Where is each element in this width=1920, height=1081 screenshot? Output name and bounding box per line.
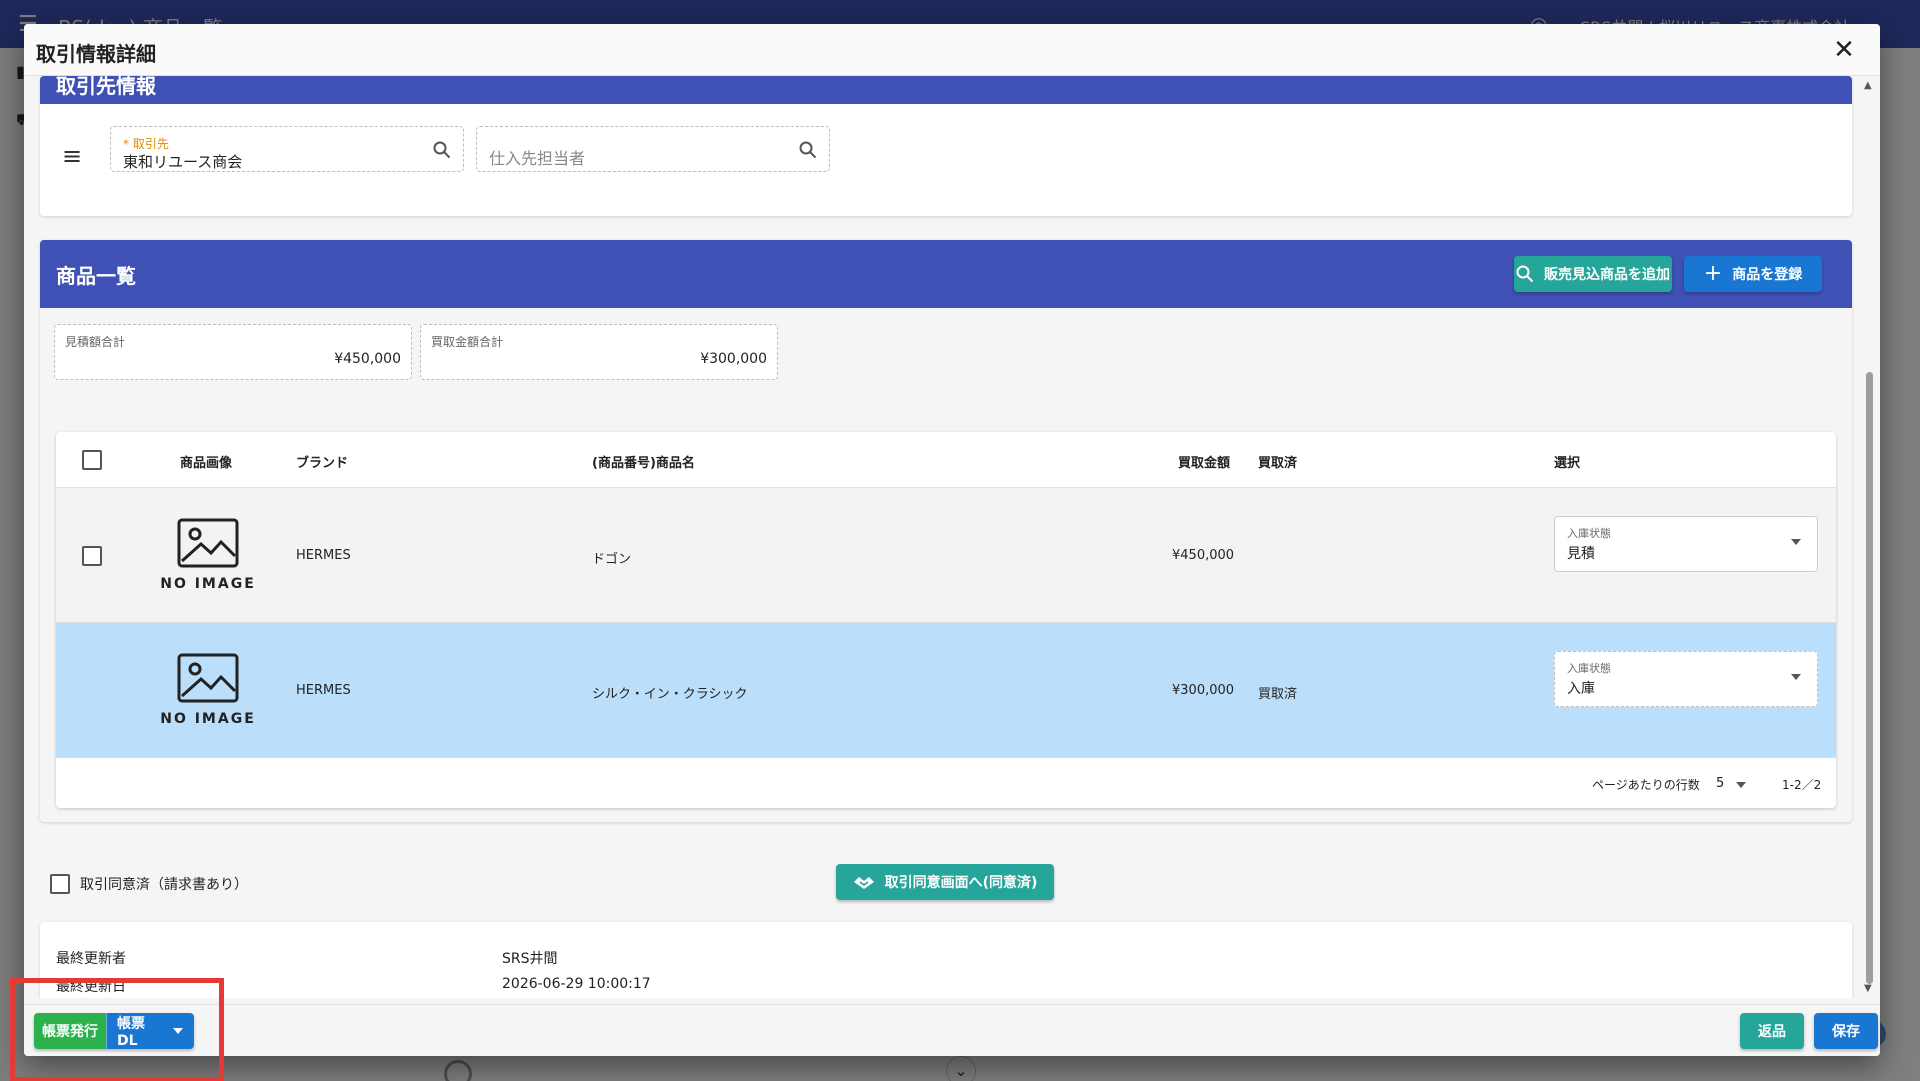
add-forecast-product-button[interactable]: 販売見込商品を追加 <box>1514 256 1672 292</box>
scroll-down-icon[interactable]: ▼ <box>1864 983 1872 994</box>
stock-status-select[interactable]: 入庫状態 入庫 <box>1554 651 1818 707</box>
select-all-checkbox[interactable] <box>82 450 102 470</box>
agreement-label: 取引同意済（請求書あり） <box>80 877 248 893</box>
purchase-total-field: 買取金額合計 ¥300,000 <box>420 324 778 380</box>
partner-field-value: 東和リユース商会 <box>123 153 243 171</box>
last-update-card: 最終更新者 SRS井間 最終更新日 2026-06-29 10:00:17 <box>40 922 1852 998</box>
header-name[interactable]: (商品番号)商品名 <box>592 452 695 471</box>
download-report-button[interactable]: 帳票DL <box>106 1013 162 1049</box>
row-amount: ¥450,000 <box>1172 548 1235 563</box>
header-select: 選択 <box>1554 456 1581 471</box>
image-icon <box>177 653 239 703</box>
table-pagination: ページあたりの行数 5 1-2／2 <box>56 758 1836 808</box>
no-image-text: NO IMAGE <box>160 576 256 592</box>
row-name: シルク・イン・クラシック <box>592 687 748 702</box>
hamburger-icon[interactable]: ≡ <box>62 142 82 170</box>
contact-field[interactable]: 仕入先担当者 <box>476 126 830 172</box>
contact-field-placeholder: 仕入先担当者 <box>489 149 586 168</box>
partner-field[interactable]: * 取引先 東和リユース商会 <box>110 126 464 172</box>
stock-status-label: 入庫状態 <box>1567 527 1611 540</box>
last-updated-label: 最終更新日 <box>56 979 126 995</box>
stock-status-label: 入庫状態 <box>1567 662 1611 675</box>
product-card: 商品一覧 販売見込商品を追加 + 商品を登録 見積額合計 ¥450,000 買取… <box>40 240 1852 822</box>
agreement-checkbox[interactable] <box>50 874 70 894</box>
dropdown-arrow-icon <box>1791 539 1801 545</box>
product-header: 商品一覧 販売見込商品を追加 + 商品を登録 <box>40 240 1852 308</box>
estimate-total-field: 見積額合計 ¥450,000 <box>54 324 412 380</box>
scroll-thumb[interactable] <box>1866 372 1873 984</box>
row-brand: HERMES <box>296 683 351 698</box>
transaction-detail-modal: 取引情報詳細 ✕ 取引先情報 ≡ * 取引先 東和リユース商会 仕入先担当者 商… <box>24 24 1880 1056</box>
modal-body[interactable]: 取引先情報 ≡ * 取引先 東和リユース商会 仕入先担当者 商品一覧 販売見込商… <box>24 76 1880 998</box>
rows-per-page-label: ページあたりの行数 <box>1592 778 1700 792</box>
plus-icon: + <box>1703 261 1723 286</box>
table-row[interactable]: NO IMAGE HERMES ドゴン ¥450,000 入庫状態 見積 <box>56 488 1836 623</box>
required-mark: * <box>123 137 129 151</box>
dropdown-arrow-icon <box>1791 674 1801 680</box>
row-name: ドゴン <box>592 552 632 567</box>
search-icon[interactable] <box>799 141 817 163</box>
header-purchased[interactable]: 買取済 <box>1258 452 1297 471</box>
purchase-total-value: ¥300,000 <box>700 351 767 367</box>
last-updater-value: SRS井間 <box>502 951 558 967</box>
close-icon[interactable]: ✕ <box>1828 34 1860 66</box>
table-header: 商品画像 ブランド (商品番号)商品名 買取金額 買取済 選択 <box>56 432 1836 488</box>
stock-status-select[interactable]: 入庫状態 見積 <box>1554 516 1818 572</box>
partner-header: 取引先情報 <box>40 76 1852 104</box>
return-button[interactable]: 返品 <box>1740 1013 1804 1049</box>
scroll-up-icon[interactable]: ▲ <box>1864 80 1872 91</box>
purchase-total-label: 買取金額合計 <box>431 335 504 349</box>
no-image-placeholder: NO IMAGE <box>160 653 256 733</box>
register-product-button[interactable]: + 商品を登録 <box>1684 256 1822 292</box>
stock-status-value: 入庫 <box>1567 681 1595 697</box>
product-table: 商品画像 ブランド (商品番号)商品名 買取金額 買取済 選択 NO IMAGE… <box>56 432 1836 808</box>
partner-card: 取引先情報 ≡ * 取引先 東和リユース商会 仕入先担当者 <box>40 76 1852 216</box>
row-brand: HERMES <box>296 548 351 563</box>
last-updater-label: 最終更新者 <box>56 951 126 967</box>
issue-report-button[interactable]: 帳票発行 <box>34 1013 106 1049</box>
partner-field-label: 取引先 <box>132 137 169 151</box>
row-amount: ¥300,000 <box>1172 683 1235 698</box>
agreement-screen-label: 取引同意画面へ(同意済) <box>884 875 1038 891</box>
no-image-text: NO IMAGE <box>160 711 256 727</box>
product-section-title: 商品一覧 <box>56 264 136 288</box>
caret-down-icon <box>173 1028 183 1034</box>
image-icon <box>177 518 239 568</box>
search-icon[interactable] <box>433 141 451 163</box>
modal-header: 取引情報詳細 ✕ <box>24 24 1880 76</box>
agreement-screen-button[interactable]: 取引同意画面へ(同意済) <box>836 864 1054 900</box>
report-split-button: 帳票発行 帳票DL <box>34 1013 194 1049</box>
search-icon <box>1516 265 1534 283</box>
no-image-placeholder: NO IMAGE <box>160 518 256 598</box>
handshake-icon <box>853 877 874 889</box>
table-row[interactable]: NO IMAGE HERMES シルク・イン・クラシック ¥300,000 買取… <box>56 623 1836 758</box>
modal-title: 取引情報詳細 <box>36 42 156 66</box>
add-forecast-product-label: 販売見込商品を追加 <box>1544 267 1670 283</box>
estimate-total-value: ¥450,000 <box>334 351 401 367</box>
save-button[interactable]: 保存 <box>1814 1013 1878 1049</box>
row-purchased: 買取済 <box>1258 687 1298 702</box>
rows-per-page-select[interactable]: 5 <box>1716 776 1724 791</box>
register-product-label: 商品を登録 <box>1732 267 1803 283</box>
modal-scrollbar[interactable]: ▲ ▼ <box>1862 80 1876 994</box>
row-checkbox[interactable] <box>82 546 102 566</box>
header-image: 商品画像 <box>180 456 233 471</box>
partner-section-title: 取引先情報 <box>56 76 156 98</box>
header-brand[interactable]: ブランド <box>296 452 348 471</box>
header-amount[interactable]: 買取金額 <box>1178 452 1230 471</box>
page-range: 1-2／2 <box>1782 778 1822 792</box>
dropdown-arrow-icon[interactable] <box>1736 782 1746 788</box>
stock-status-value: 見積 <box>1567 546 1595 562</box>
last-updated-value: 2026-06-29 10:00:17 <box>502 976 651 992</box>
estimate-total-label: 見積額合計 <box>65 335 126 349</box>
modal-footer: 帳票発行 帳票DL 返品 保存 <box>24 1004 1880 1056</box>
report-dropdown-button[interactable] <box>162 1013 194 1049</box>
